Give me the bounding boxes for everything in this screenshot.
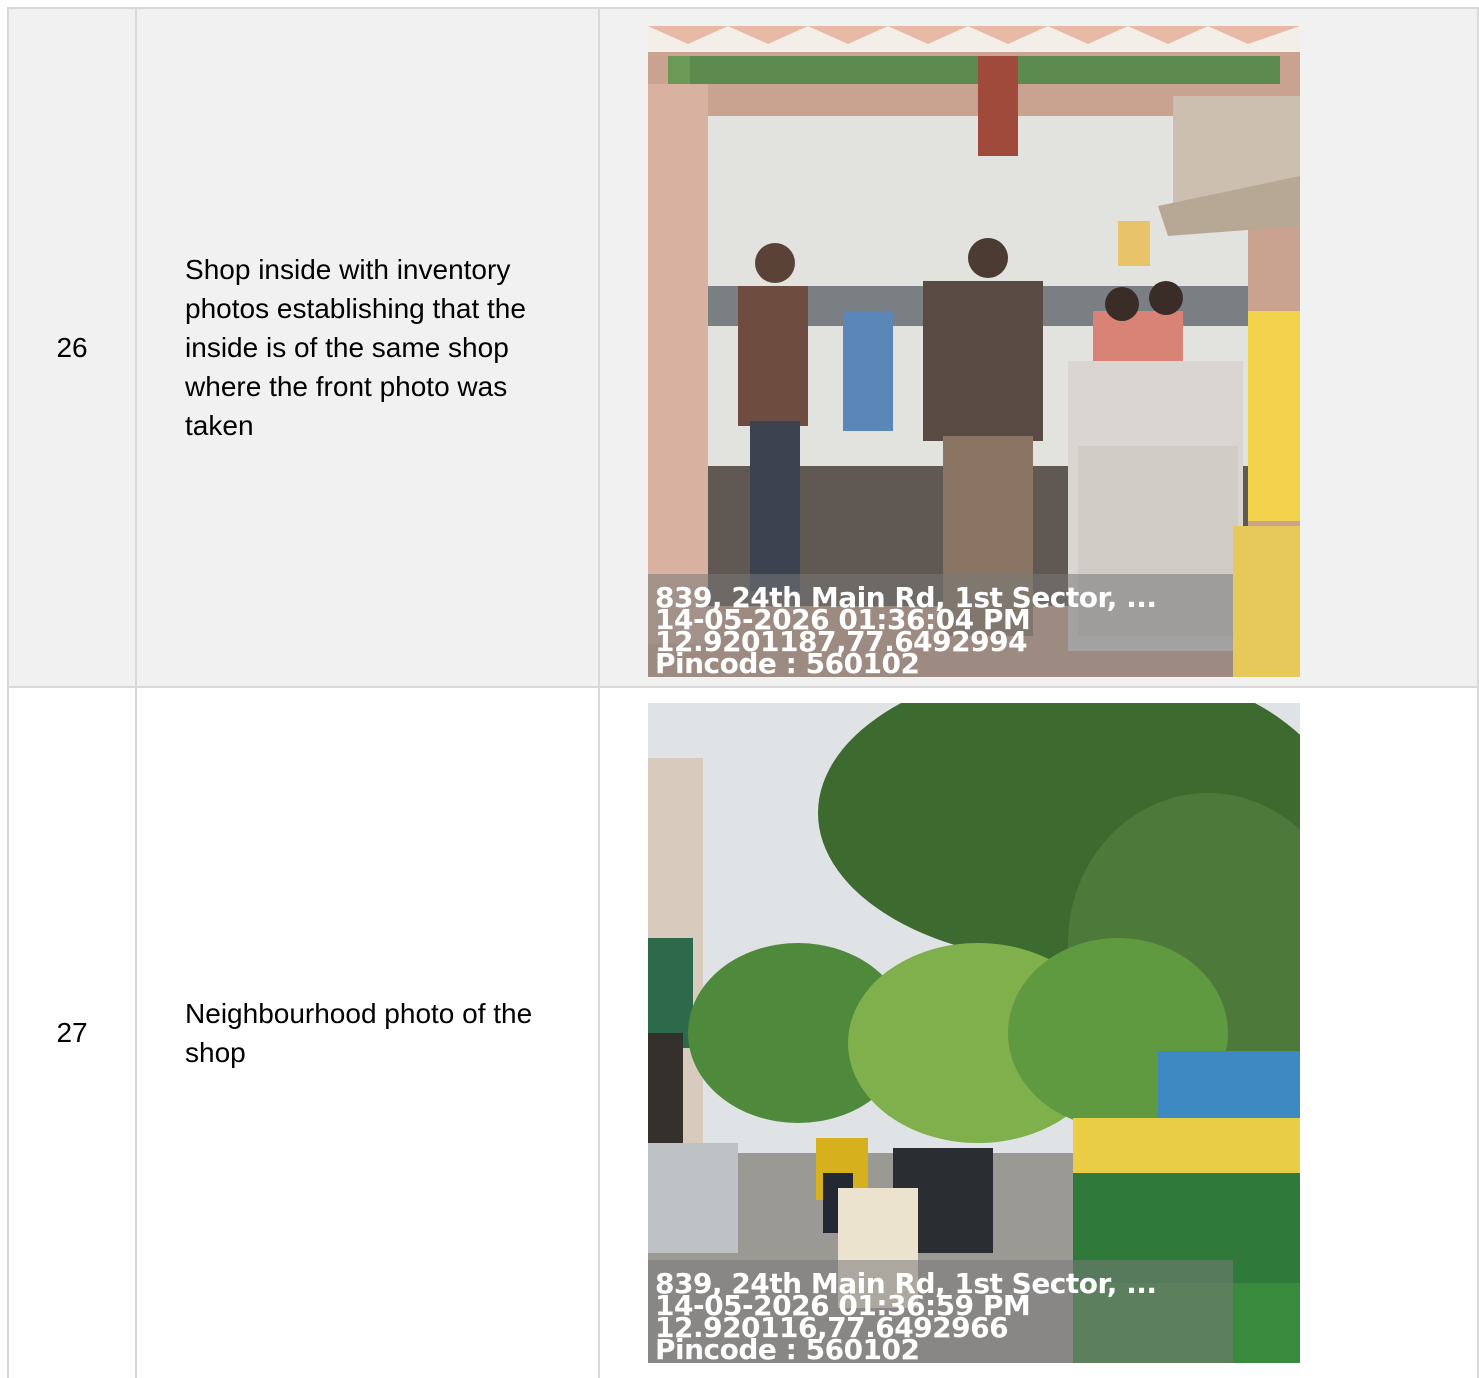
row-description: Shop inside with inventory photos establ… xyxy=(135,7,600,688)
stamp-pincode: Pincode : 560102 xyxy=(654,646,920,677)
stamp-pincode: Pincode : 560102 xyxy=(654,1333,920,1364)
table-row: 26 Shop inside with inventory photos est… xyxy=(6,7,1479,688)
report-table: 26 Shop inside with inventory photos est… xyxy=(6,7,1479,1378)
photo-cell: 839, 24th Main Rd, 1st Sector, ... 14-05… xyxy=(597,686,1479,1378)
table-row: 27 Neighbourhood photo of the shop 839, … xyxy=(6,686,1479,1378)
geo-stamp: 839, 24th Main Rd, 1st Sector, ... 14-05… xyxy=(654,583,1157,677)
row-number: 26 xyxy=(6,7,138,688)
geo-stamp: 839, 24th Main Rd, 1st Sector, ... 14-05… xyxy=(654,1270,1157,1364)
row-description: Neighbourhood photo of the shop xyxy=(135,686,600,1378)
neighbourhood-photo: 839, 24th Main Rd, 1st Sector, ... 14-05… xyxy=(647,703,1300,1364)
shop-interior-photo: 839, 24th Main Rd, 1st Sector, ... 14-05… xyxy=(647,25,1300,677)
photo-cell: 839, 24th Main Rd, 1st Sector, ... 14-05… xyxy=(597,7,1479,688)
row-number: 27 xyxy=(6,686,138,1378)
